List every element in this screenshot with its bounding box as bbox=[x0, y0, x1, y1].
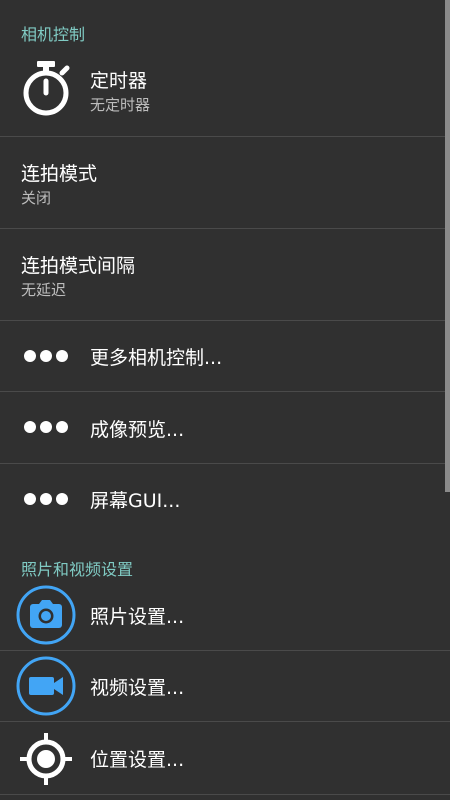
pref-more-camera-controls[interactable]: 更多相机控制... bbox=[0, 321, 450, 391]
pref-timer-summary: 无定时器 bbox=[90, 96, 151, 114]
pref-burst-mode-summary: 关闭 bbox=[21, 189, 52, 207]
divider bbox=[0, 794, 450, 795]
pref-preview-title: 成像预览... bbox=[90, 419, 185, 441]
timer-icon bbox=[20, 60, 72, 118]
pref-video-settings[interactable]: 视频设置... bbox=[0, 651, 450, 721]
pref-preview[interactable]: 成像预览... bbox=[0, 392, 450, 463]
pref-location-settings[interactable]: 位置设置... bbox=[0, 722, 450, 794]
location-target-icon bbox=[17, 730, 75, 788]
scrollbar[interactable] bbox=[445, 0, 450, 492]
more-dots-icon bbox=[24, 420, 68, 434]
pref-location-settings-title: 位置设置... bbox=[90, 749, 185, 771]
more-dots-icon bbox=[24, 492, 68, 506]
pref-photo-settings-title: 照片设置... bbox=[90, 606, 185, 628]
video-camera-icon bbox=[16, 656, 76, 716]
pref-timer-title: 定时器 bbox=[90, 70, 148, 92]
camera-icon bbox=[16, 585, 76, 645]
pref-on-screen-gui-title: 屏幕GUI... bbox=[90, 490, 181, 512]
pref-burst-interval[interactable]: 连拍模式间隔 无延迟 bbox=[0, 229, 450, 320]
pref-photo-settings[interactable]: 照片设置... bbox=[0, 580, 450, 650]
more-dots-icon bbox=[24, 349, 68, 363]
pref-burst-mode-title: 连拍模式 bbox=[21, 163, 98, 185]
pref-burst-interval-summary: 无延迟 bbox=[21, 281, 67, 299]
section-header-photo-video: 照片和视频设置 bbox=[21, 560, 134, 579]
pref-timer[interactable]: 定时器 无定时器 bbox=[0, 48, 450, 136]
pref-burst-interval-title: 连拍模式间隔 bbox=[21, 255, 136, 277]
pref-on-screen-gui[interactable]: 屏幕GUI... bbox=[0, 464, 450, 534]
pref-video-settings-title: 视频设置... bbox=[90, 677, 185, 699]
section-header-camera-controls: 相机控制 bbox=[21, 25, 86, 44]
pref-burst-mode[interactable]: 连拍模式 关闭 bbox=[0, 137, 450, 228]
pref-more-camera-controls-title: 更多相机控制... bbox=[90, 347, 223, 369]
